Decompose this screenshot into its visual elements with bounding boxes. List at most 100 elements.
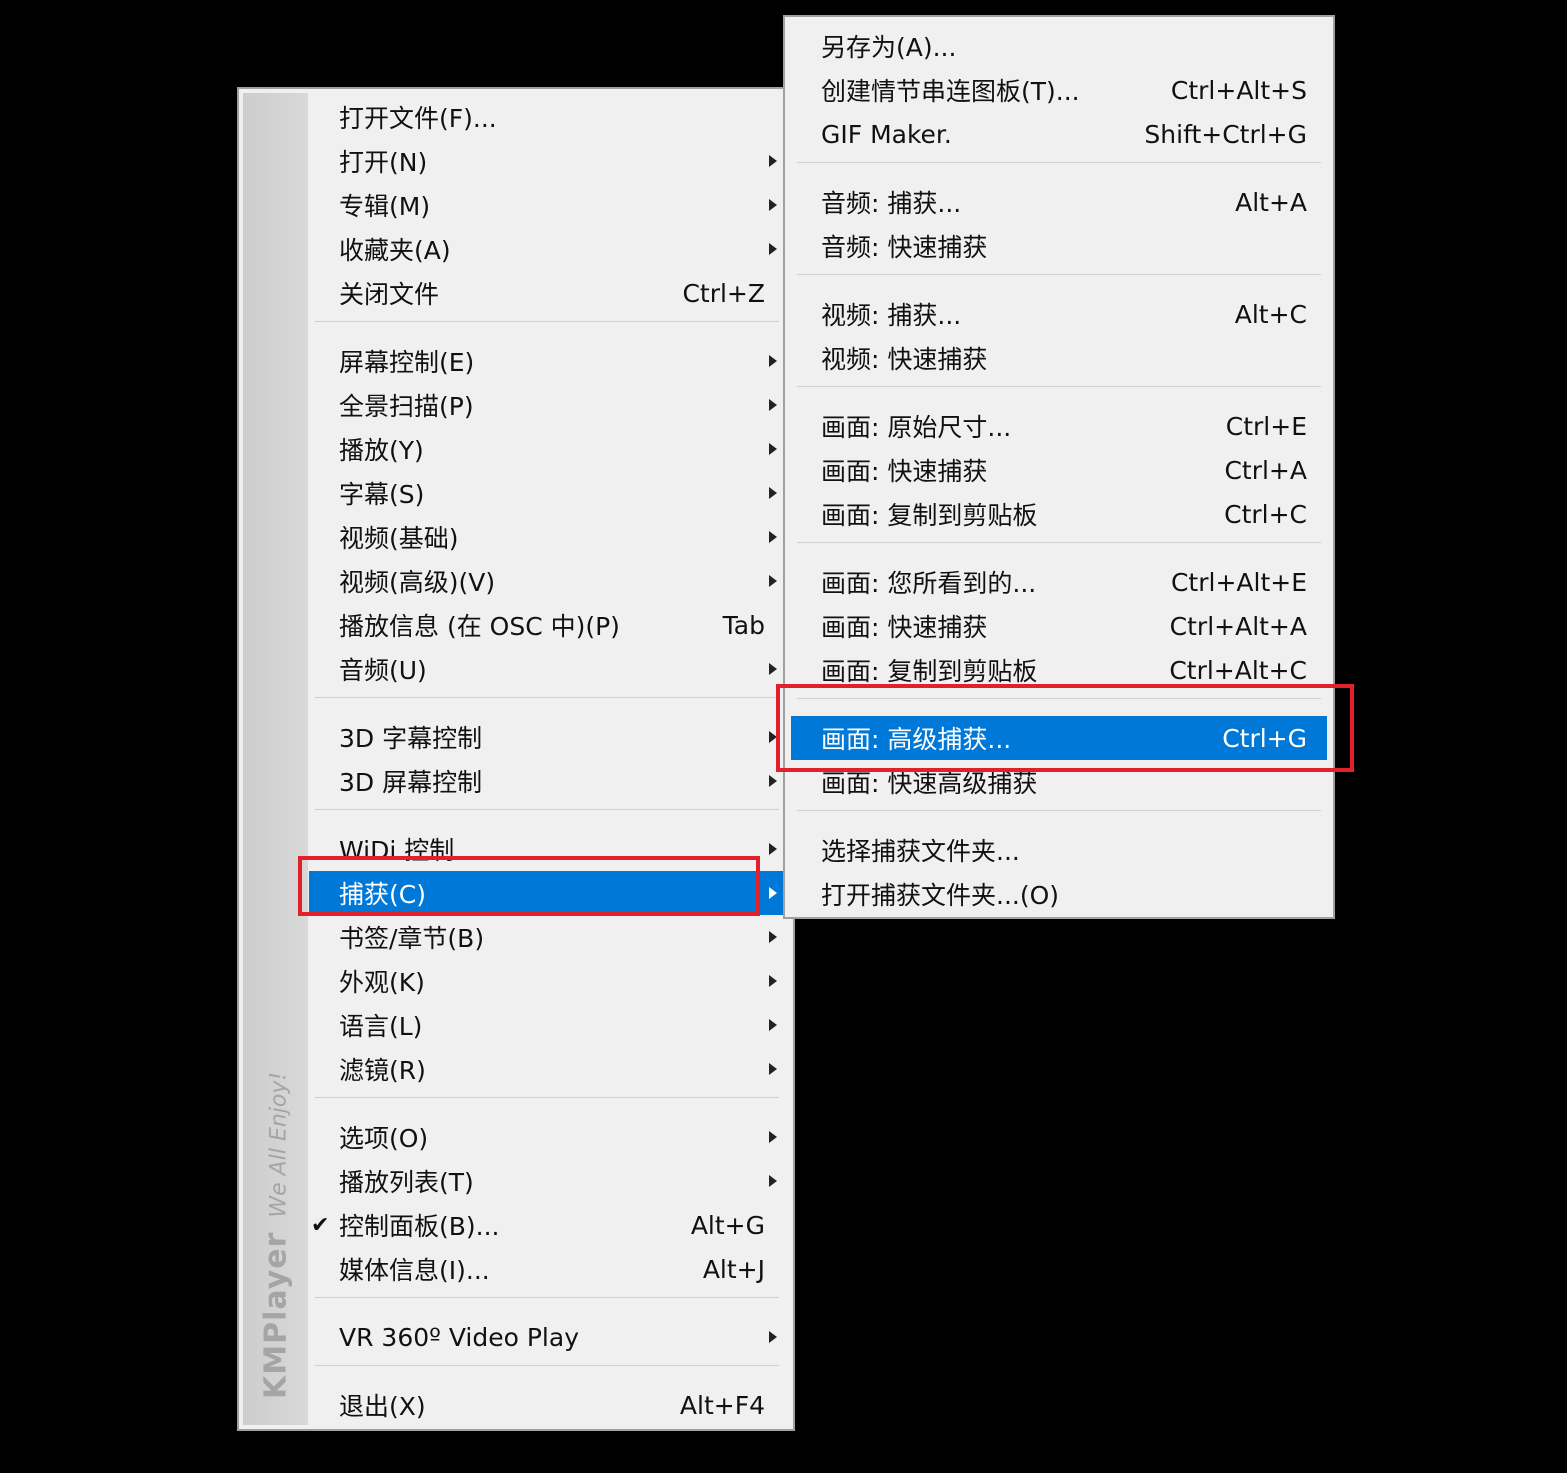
capture-submenu-item-shortcut: Ctrl+Alt+E <box>1170 567 1307 597</box>
menu-separator <box>315 809 779 810</box>
capture-submenu-item[interactable]: 画面: 高级捕获... Ctrl+G <box>791 716 1327 760</box>
main-menu-item[interactable]: 视频(高级)(V) <box>309 559 787 603</box>
capture-submenu-item-label: 选择捕获文件夹... <box>821 837 1020 866</box>
main-menu-item-shortcut: Tab <box>722 610 765 640</box>
main-menu-item[interactable]: 打开文件(F)... <box>309 95 787 139</box>
main-menu-item-shortcut: Alt+G <box>690 1210 765 1240</box>
capture-submenu-item[interactable]: 画面: 快速捕获 Ctrl+Alt+A <box>791 604 1327 648</box>
main-menu-item-label: 播放(Y) <box>339 436 424 465</box>
capture-submenu-item[interactable]: 创建情节串连图板(T)... Ctrl+Alt+S <box>791 68 1327 112</box>
capture-submenu-item[interactable]: 画面: 您所看到的... Ctrl+Alt+E <box>791 560 1327 604</box>
menu-separator <box>797 386 1321 387</box>
main-menu-item[interactable]: 播放信息 (在 OSC 中)(P) Tab <box>309 603 787 647</box>
main-menu-item[interactable]: 播放(Y) <box>309 427 787 471</box>
main-menu-item-label: 播放列表(T) <box>339 1168 474 1197</box>
main-context-menu: KMPlayer We All Enjoy! 打开文件(F)... 打开(N) 专辑(… <box>237 87 795 1431</box>
capture-submenu-item[interactable]: GIF Maker. Shift+Ctrl+G <box>791 112 1327 156</box>
main-menu-item-label: 视频(高级)(V) <box>339 568 496 597</box>
main-menu-item[interactable]: VR 360º Video Play <box>309 1315 787 1359</box>
main-menu-item[interactable]: ✔ 控制面板(B)... Alt+G <box>309 1203 787 1247</box>
submenu-arrow-icon <box>769 887 777 899</box>
submenu-arrow-icon <box>769 1131 777 1143</box>
submenu-arrow-icon <box>769 1175 777 1187</box>
main-menu-item[interactable]: 捕获(C) <box>309 871 787 915</box>
capture-submenu-item-label: 另存为(A)... <box>821 33 957 62</box>
capture-submenu-item[interactable]: 视频: 快速捕获 <box>791 336 1327 380</box>
checkmark-icon: ✔ <box>311 1212 330 1238</box>
main-menu-item[interactable]: 退出(X) Alt+F4 <box>309 1383 787 1427</box>
capture-submenu-item-label: 画面: 高级捕获... <box>821 725 1012 754</box>
capture-submenu-item[interactable]: 视频: 捕获... Alt+C <box>791 292 1327 336</box>
capture-submenu: 另存为(A)... 创建情节串连图板(T)... Ctrl+Alt+S GIF Mak… <box>783 15 1335 919</box>
capture-submenu-item-label: 视频: 快速捕获 <box>821 345 988 374</box>
main-menu-item[interactable]: 收藏夹(A) <box>309 227 787 271</box>
capture-submenu-item[interactable]: 画面: 复制到剪贴板 Ctrl+C <box>791 492 1327 536</box>
main-menu-item[interactable]: 3D 字幕控制 <box>309 715 787 759</box>
menu-separator <box>315 1097 779 1098</box>
capture-submenu-item-label: 画面: 快速捕获 <box>821 613 988 642</box>
capture-submenu-item-label: 音频: 捕获... <box>821 189 962 218</box>
brand-tagline: We All Enjoy! <box>266 1071 291 1218</box>
main-menu-item-label: 专辑(M) <box>339 192 431 221</box>
main-menu-item-label: 媒体信息(I)... <box>339 1256 490 1285</box>
main-menu-item[interactable]: 屏幕控制(E) <box>309 339 787 383</box>
capture-submenu-item-label: 画面: 复制到剪贴板 <box>821 657 1038 686</box>
capture-submenu-item[interactable]: 画面: 复制到剪贴板 Ctrl+Alt+C <box>791 648 1327 692</box>
main-menu-item[interactable]: 关闭文件 Ctrl+Z <box>309 271 787 315</box>
main-menu-item[interactable]: 媒体信息(I)... Alt+J <box>309 1247 787 1291</box>
submenu-arrow-icon <box>769 843 777 855</box>
submenu-arrow-icon <box>769 399 777 411</box>
main-menu-item-label: 关闭文件 <box>339 280 440 309</box>
menu-separator <box>797 274 1321 275</box>
main-menu-item[interactable]: 书签/章节(B) <box>309 915 787 959</box>
capture-submenu-item-shortcut: Ctrl+G <box>1222 723 1307 753</box>
capture-submenu-item[interactable]: 音频: 快速捕获 <box>791 224 1327 268</box>
main-menu-item[interactable]: 全景扫描(P) <box>309 383 787 427</box>
main-menu-item[interactable]: 音频(U) <box>309 647 787 691</box>
submenu-arrow-icon <box>769 575 777 587</box>
main-menu-item-label: 音频(U) <box>339 656 427 685</box>
main-menu-item[interactable]: 专辑(M) <box>309 183 787 227</box>
main-menu-item[interactable]: 播放列表(T) <box>309 1159 787 1203</box>
submenu-arrow-icon <box>769 931 777 943</box>
submenu-arrow-icon <box>769 1331 777 1343</box>
capture-submenu-item-label: 画面: 您所看到的... <box>821 569 1037 598</box>
main-menu-item[interactable]: 滤镜(R) <box>309 1047 787 1091</box>
capture-submenu-item[interactable]: 画面: 快速高级捕获 <box>791 760 1327 804</box>
menu-separator <box>315 321 779 322</box>
submenu-arrow-icon <box>769 155 777 167</box>
capture-submenu-item-label: GIF Maker. <box>821 119 952 149</box>
submenu-arrow-icon <box>769 531 777 543</box>
main-menu-item[interactable]: 3D 屏幕控制 <box>309 759 787 803</box>
capture-submenu-item[interactable]: 画面: 原始尺寸... Ctrl+E <box>791 404 1327 448</box>
submenu-arrow-icon <box>769 775 777 787</box>
capture-submenu-item-shortcut: Alt+C <box>1234 299 1307 329</box>
capture-submenu-item-label: 创建情节串连图板(T)... <box>821 77 1080 106</box>
main-menu-item[interactable]: 视频(基础) <box>309 515 787 559</box>
capture-submenu-item[interactable]: 打开捕获文件夹...(O) <box>791 872 1327 916</box>
main-menu-item[interactable]: 字幕(S) <box>309 471 787 515</box>
main-menu-item-label: 退出(X) <box>339 1392 426 1421</box>
capture-submenu-item-shortcut: Alt+A <box>1235 187 1307 217</box>
menu-separator <box>315 697 779 698</box>
capture-submenu-item[interactable]: 另存为(A)... <box>791 24 1327 68</box>
main-menu-item[interactable]: 打开(N) <box>309 139 787 183</box>
capture-submenu-item[interactable]: 选择捕获文件夹... <box>791 828 1327 872</box>
capture-submenu-item[interactable]: 音频: 捕获... Alt+A <box>791 180 1327 224</box>
main-menu-item-shortcut: Alt+F4 <box>679 1390 765 1420</box>
capture-submenu-item-shortcut: Ctrl+A <box>1224 455 1307 485</box>
menu-separator <box>797 162 1321 163</box>
main-menu-item-label: 3D 字幕控制 <box>339 724 483 753</box>
main-menu-item[interactable]: 选项(O) <box>309 1115 787 1159</box>
main-menu-item[interactable]: WiDi 控制 <box>309 827 787 871</box>
main-menu-item[interactable]: 外观(K) <box>309 959 787 1003</box>
main-menu-item-label: 捕获(C) <box>339 880 426 909</box>
main-menu-item-label: 书签/章节(B) <box>339 924 485 953</box>
main-menu-item[interactable]: 语言(L) <box>309 1003 787 1047</box>
main-menu-item-label: 字幕(S) <box>339 480 425 509</box>
menu-separator <box>315 1297 779 1298</box>
capture-submenu-item-label: 视频: 捕获... <box>821 301 962 330</box>
capture-submenu-item[interactable]: 画面: 快速捕获 Ctrl+A <box>791 448 1327 492</box>
main-menu-item-label: VR 360º Video Play <box>339 1322 579 1352</box>
kmplayer-logo: KMPlayer <box>258 1231 293 1399</box>
